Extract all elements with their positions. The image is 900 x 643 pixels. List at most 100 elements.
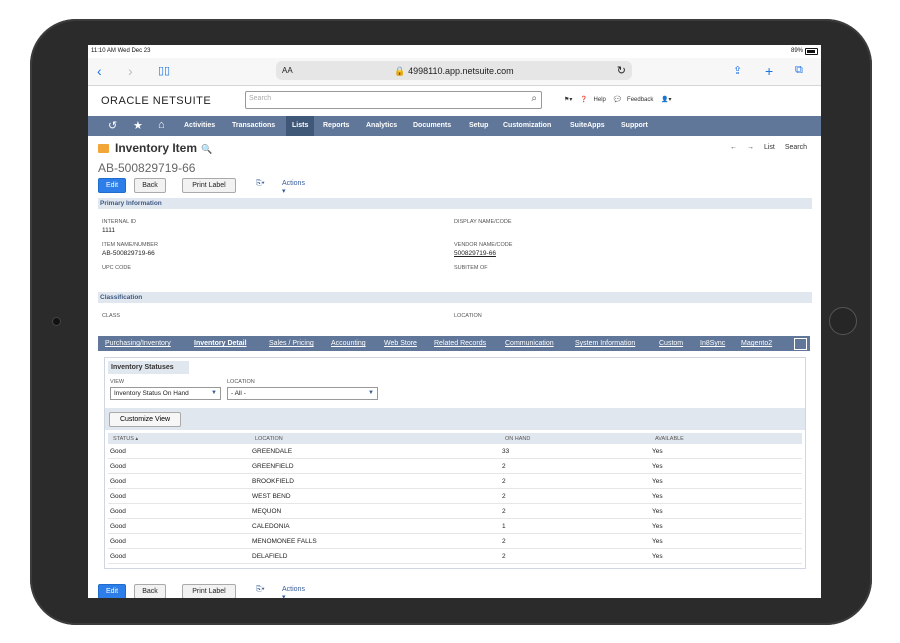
table-header-row: STATUS ▴ LOCATION ON HAND AVAILABLE bbox=[108, 433, 802, 444]
cell-status: Good bbox=[108, 503, 250, 519]
tab-purchasing-inventory[interactable]: Purchasing/Inventory bbox=[105, 340, 171, 347]
cell-available: Yes bbox=[650, 444, 802, 459]
customize-bar: Customize View bbox=[105, 408, 805, 430]
cell-available: Yes bbox=[650, 533, 802, 549]
bookmarks-icon[interactable]: ▯▯ bbox=[158, 64, 170, 77]
battery-percent: 89% bbox=[790, 48, 803, 54]
col-location[interactable]: LOCATION bbox=[250, 433, 500, 444]
feedback-link[interactable]: Feedback bbox=[627, 97, 653, 103]
back-button[interactable]: Back bbox=[134, 178, 166, 193]
menu-transactions[interactable]: Transactions bbox=[232, 122, 275, 129]
print-label-button[interactable]: Print Label bbox=[182, 178, 236, 193]
tab-accounting[interactable]: Accounting bbox=[331, 340, 366, 347]
actions-menu-bottom[interactable]: Actions ▾ bbox=[282, 586, 305, 598]
menu-analytics[interactable]: Analytics bbox=[366, 122, 397, 129]
global-search-input[interactable]: Search ⌕ bbox=[245, 91, 542, 109]
help-link[interactable]: Help bbox=[594, 97, 606, 103]
subtabs-bar: Purchasing/Inventory Inventory Detail Sa… bbox=[98, 336, 810, 351]
tab-layout-icon[interactable] bbox=[794, 338, 807, 350]
forward-icon[interactable]: › bbox=[128, 63, 133, 79]
cell-available: Yes bbox=[650, 548, 802, 564]
view-select[interactable]: Inventory Status On Hand ▼ bbox=[110, 387, 221, 400]
help-icon: ❓ bbox=[580, 97, 588, 103]
item-folder-icon bbox=[98, 144, 109, 153]
prev-record-icon[interactable]: ← bbox=[730, 144, 737, 151]
actions-menu[interactable]: Actions ▾ bbox=[282, 180, 305, 195]
cell-location: MENOMONEE FALLS bbox=[250, 533, 500, 549]
location-select-value: - All - bbox=[231, 390, 246, 397]
search-link[interactable]: Search bbox=[785, 144, 807, 151]
menu-activities[interactable]: Activities bbox=[184, 122, 215, 129]
new-tab-icon[interactable]: + bbox=[765, 63, 773, 79]
vendor-name-value[interactable]: 500829719-66 bbox=[454, 250, 496, 257]
logo: ORACLE NETSUITE bbox=[101, 95, 212, 107]
cell-status: Good bbox=[108, 473, 250, 489]
new-icon[interactable]: ⎘▾ bbox=[256, 180, 265, 188]
tab-system-information[interactable]: System Information bbox=[575, 340, 635, 347]
lock-icon: 🔒 bbox=[394, 66, 406, 76]
cell-location: GREENDALE bbox=[250, 444, 500, 459]
search-icon[interactable]: ⌕ bbox=[531, 93, 537, 104]
back-icon[interactable]: ‹ bbox=[97, 63, 102, 79]
new-icon-bottom[interactable]: ⎘▾ bbox=[256, 586, 265, 594]
col-status[interactable]: STATUS ▴ bbox=[108, 433, 250, 444]
cell-on-hand: 2 bbox=[500, 473, 650, 489]
internal-id-label: INTERNAL ID bbox=[102, 219, 137, 225]
customize-view-button[interactable]: Customize View bbox=[109, 412, 181, 427]
menu-documents[interactable]: Documents bbox=[413, 122, 451, 129]
tab-web-store[interactable]: Web Store bbox=[384, 340, 417, 347]
menu-reports[interactable]: Reports bbox=[323, 122, 349, 129]
cell-status: Good bbox=[108, 458, 250, 474]
back-button-bottom[interactable]: Back bbox=[134, 584, 166, 598]
menu-support[interactable]: Support bbox=[621, 122, 648, 129]
classification-header[interactable]: Classification bbox=[98, 292, 812, 303]
view-label: VIEW bbox=[110, 379, 125, 385]
tab-inventory-detail[interactable]: Inventory Detail bbox=[194, 340, 247, 347]
menu-setup[interactable]: Setup bbox=[469, 122, 488, 129]
col-available[interactable]: AVAILABLE bbox=[650, 433, 802, 444]
edit-button[interactable]: Edit bbox=[98, 178, 126, 193]
subtab-inventory-statuses[interactable]: Inventory Statuses bbox=[108, 361, 189, 374]
edit-button-bottom[interactable]: Edit bbox=[98, 584, 126, 598]
table-row: Good MEQUON 2 Yes bbox=[108, 503, 802, 519]
cell-status: Good bbox=[108, 533, 250, 549]
inventory-detail-panel: Inventory Statuses VIEW Inventory Status… bbox=[104, 357, 806, 569]
primary-info-header[interactable]: Primary Information bbox=[98, 198, 812, 209]
location-select[interactable]: - All - ▼ bbox=[227, 387, 378, 400]
feedback-icon: 💬 bbox=[613, 97, 622, 103]
cell-on-hand: 2 bbox=[500, 488, 650, 504]
tab-in8sync[interactable]: In8Sync bbox=[700, 340, 725, 347]
title-search-icon[interactable]: 🔍 bbox=[201, 144, 212, 154]
cell-status: Good bbox=[108, 444, 250, 459]
next-record-icon[interactable]: → bbox=[747, 144, 754, 151]
favorites-icon[interactable]: ★ bbox=[133, 119, 143, 132]
role-menu-icon[interactable]: 👤▾ bbox=[661, 97, 671, 103]
cell-on-hand: 2 bbox=[500, 458, 650, 474]
share-icon[interactable]: ⇪ bbox=[733, 64, 742, 77]
home-icon[interactable]: ⌂ bbox=[158, 119, 165, 131]
tab-communication[interactable]: Communication bbox=[505, 340, 554, 347]
recent-records-icon[interactable]: ↺ bbox=[108, 119, 117, 132]
print-label-button-bottom[interactable]: Print Label bbox=[182, 584, 236, 598]
screen: 11:10 AM Wed Dec 23 89% ‹ › ▯▯ AA 🔒 4998… bbox=[88, 45, 821, 598]
menu-lists[interactable]: Lists bbox=[286, 116, 315, 136]
tab-related-records[interactable]: Related Records bbox=[434, 340, 486, 347]
header-links: ⚑▾ ❓ Help 💬 Feedback 👤▾ bbox=[564, 96, 678, 103]
tab-custom[interactable]: Custom bbox=[659, 340, 683, 347]
recent-icon[interactable]: ⚑▾ bbox=[564, 97, 572, 103]
address-bar[interactable]: AA 🔒 4998110.app.netsuite.com ↻ bbox=[276, 61, 632, 80]
tabs-icon[interactable]: ⧉ bbox=[795, 64, 803, 77]
main-menu: ↺ ★ ⌂ Activities Transactions Lists Repo… bbox=[88, 116, 821, 136]
home-button[interactable] bbox=[829, 307, 857, 335]
table-row: Good CALEDONIA 1 Yes bbox=[108, 518, 802, 534]
list-link[interactable]: List bbox=[764, 144, 775, 151]
reload-icon[interactable]: ↻ bbox=[617, 64, 626, 77]
tab-sales-pricing[interactable]: Sales / Pricing bbox=[269, 340, 314, 347]
tab-magento2[interactable]: Magento2 bbox=[741, 340, 772, 347]
col-on-hand[interactable]: ON HAND bbox=[500, 433, 650, 444]
url-text: 🔒 4998110.app.netsuite.com bbox=[276, 66, 632, 77]
menu-customization[interactable]: Customization bbox=[503, 122, 551, 129]
chevron-down-icon: ▼ bbox=[211, 390, 217, 396]
menu-suiteapps[interactable]: SuiteApps bbox=[570, 122, 605, 129]
actions-label: Actions bbox=[282, 180, 305, 187]
